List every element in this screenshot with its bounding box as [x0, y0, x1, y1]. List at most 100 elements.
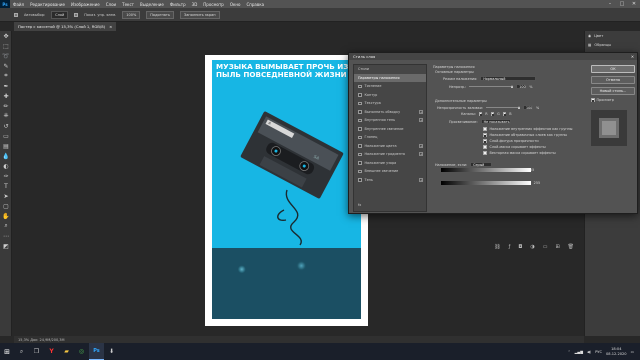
- close-window-button[interactable]: ✕: [628, 0, 640, 8]
- channel-g-checkbox[interactable]: [490, 112, 495, 116]
- style-item-checkbox[interactable]: [358, 127, 362, 131]
- task-view-icon[interactable]: ❐: [29, 343, 44, 360]
- clock[interactable]: 18:04 08.12.2020: [606, 347, 627, 357]
- eyedropper-icon[interactable]: ✒: [0, 81, 12, 91]
- style-item-checkbox[interactable]: [358, 169, 362, 173]
- photoshop-taskbar-icon[interactable]: Ps: [89, 343, 104, 360]
- menu-view[interactable]: Просмотр: [200, 2, 227, 7]
- search-icon[interactable]: ⌕: [14, 343, 29, 360]
- type-icon[interactable]: T: [0, 181, 12, 191]
- menu-help[interactable]: Справка: [243, 2, 267, 7]
- yandex-browser-icon[interactable]: Y: [44, 343, 59, 360]
- new-group-icon[interactable]: ▭: [543, 244, 548, 252]
- style-item[interactable]: Внутреннее свечение: [354, 125, 426, 134]
- style-item-checkbox[interactable]: [358, 101, 362, 105]
- opacity-slider[interactable]: [469, 84, 514, 88]
- brush-icon[interactable]: ✏: [0, 101, 12, 111]
- knockout-select[interactable]: Не показывать: [480, 119, 511, 124]
- eraser-icon[interactable]: ▭: [0, 131, 12, 141]
- panel-item-swatches[interactable]: ▦ Образцы: [585, 40, 640, 49]
- file-explorer-icon[interactable]: ▰: [59, 343, 74, 360]
- add-style-icon[interactable]: +: [419, 143, 423, 148]
- zoom-100-button[interactable]: 100%: [122, 10, 141, 19]
- style-item[interactable]: Внутренняя тень +: [354, 116, 426, 125]
- style-item[interactable]: Тень +: [354, 176, 426, 185]
- menu-file[interactable]: Файл: [10, 2, 27, 7]
- gradient-icon[interactable]: ▤: [0, 141, 12, 151]
- style-item[interactable]: Параметры наложения: [354, 73, 426, 82]
- style-item[interactable]: Тиснение: [354, 82, 426, 91]
- ok-button[interactable]: ОК: [591, 65, 635, 73]
- healing-icon[interactable]: ✚: [0, 91, 12, 101]
- downloads-icon[interactable]: ⬇: [104, 343, 119, 360]
- style-item[interactable]: Наложение узора: [354, 159, 426, 168]
- style-item[interactable]: Текстура: [354, 99, 426, 108]
- add-style-icon[interactable]: +: [419, 152, 423, 157]
- zoom-icon[interactable]: ⌕: [0, 221, 12, 231]
- blend-clipped-checkbox[interactable]: [483, 133, 487, 137]
- crop-icon[interactable]: ⌗: [0, 71, 12, 81]
- fx-icon[interactable]: ƒ: [509, 244, 511, 252]
- fill-opacity-slider[interactable]: [485, 105, 520, 109]
- channel-b-checkbox[interactable]: [502, 112, 507, 116]
- maximize-button[interactable]: □: [616, 0, 628, 8]
- blend-if-select[interactable]: Серый: [470, 162, 493, 167]
- chrome-icon[interactable]: ◎: [74, 343, 89, 360]
- document-tab[interactable]: Постер с кассетой @ 15,3% (Слой 1, RGB/8…: [14, 22, 117, 31]
- menu-window[interactable]: Окно: [227, 2, 244, 7]
- auto-select-dropdown[interactable]: Слой: [51, 10, 69, 19]
- add-mask-icon[interactable]: ◘: [518, 244, 522, 252]
- lasso-icon[interactable]: ➰: [0, 51, 12, 61]
- notifications-icon[interactable]: ▭: [631, 350, 634, 354]
- history-brush-icon[interactable]: ↺: [0, 121, 12, 131]
- marquee-icon[interactable]: ⬚: [0, 41, 12, 51]
- pen-icon[interactable]: ✑: [0, 171, 12, 181]
- add-style-icon[interactable]: +: [419, 177, 423, 182]
- new-layer-icon[interactable]: ⊞: [555, 244, 559, 252]
- adjustment-layer-icon[interactable]: ◑: [530, 244, 534, 252]
- style-item-checkbox[interactable]: [358, 178, 362, 182]
- style-item-checkbox[interactable]: [358, 144, 362, 148]
- auto-select-checkbox[interactable]: [14, 12, 18, 17]
- menu-filter[interactable]: Фильтр: [167, 2, 189, 7]
- dialog-close-icon[interactable]: ✕: [631, 54, 637, 59]
- delete-layer-icon[interactable]: 🗑: [568, 244, 574, 252]
- tray-chevron-icon[interactable]: ⌃: [568, 350, 571, 354]
- fill-screen-button[interactable]: Заполнить экран: [180, 10, 220, 19]
- hand-icon[interactable]: ✋: [0, 211, 12, 221]
- preview-checkbox[interactable]: [591, 98, 595, 102]
- move-icon[interactable]: ✥: [0, 31, 12, 41]
- style-item-checkbox[interactable]: [358, 84, 362, 88]
- start-button[interactable]: ⊞: [0, 343, 14, 360]
- style-item[interactable]: Контур: [354, 91, 426, 100]
- poster-artwork[interactable]: МУЗЫКА ВЫМЫВАЕТ ПРОЧЬ ИЗ ДУШИ ПЫЛЬ ПОВСЕ…: [212, 60, 361, 319]
- style-item[interactable]: Внешнее свечение: [354, 167, 426, 176]
- link-layers-icon[interactable]: ⛓: [494, 244, 500, 252]
- colors-icon[interactable]: ◩: [0, 241, 12, 251]
- style-item[interactable]: Глянец: [354, 133, 426, 142]
- shape-icon[interactable]: ▢: [0, 201, 12, 211]
- stamp-icon[interactable]: ⎈: [0, 111, 12, 121]
- style-item-checkbox[interactable]: [358, 161, 362, 165]
- add-style-icon[interactable]: +: [419, 118, 423, 123]
- blend-mode-select[interactable]: Нормальный: [480, 76, 537, 81]
- menu-layer[interactable]: Слои: [103, 2, 119, 7]
- style-item-checkbox[interactable]: [358, 118, 362, 122]
- dodge-icon[interactable]: ◐: [0, 161, 12, 171]
- cancel-button[interactable]: Отмена: [591, 76, 635, 84]
- fill-opacity-input[interactable]: 100: [522, 105, 533, 110]
- more-icon[interactable]: ⋯: [0, 231, 12, 241]
- menu-type[interactable]: Текст: [119, 2, 137, 7]
- new-style-button[interactable]: Новый стиль...: [591, 87, 635, 95]
- style-item[interactable]: Наложение цвета +: [354, 142, 426, 151]
- menu-select[interactable]: Выделение: [137, 2, 167, 7]
- fx-menu-icon[interactable]: fx: [354, 201, 361, 210]
- opacity-input[interactable]: 100: [516, 84, 527, 89]
- style-item[interactable]: Стили: [354, 65, 426, 74]
- style-item-checkbox[interactable]: [358, 93, 362, 97]
- add-style-icon[interactable]: +: [419, 109, 423, 114]
- style-item[interactable]: Выполнить обводку +: [354, 108, 426, 117]
- this-layer-gradient-slider[interactable]: [441, 168, 531, 172]
- volume-icon[interactable]: ◀): [587, 350, 591, 354]
- style-item[interactable]: Наложение градиента +: [354, 150, 426, 159]
